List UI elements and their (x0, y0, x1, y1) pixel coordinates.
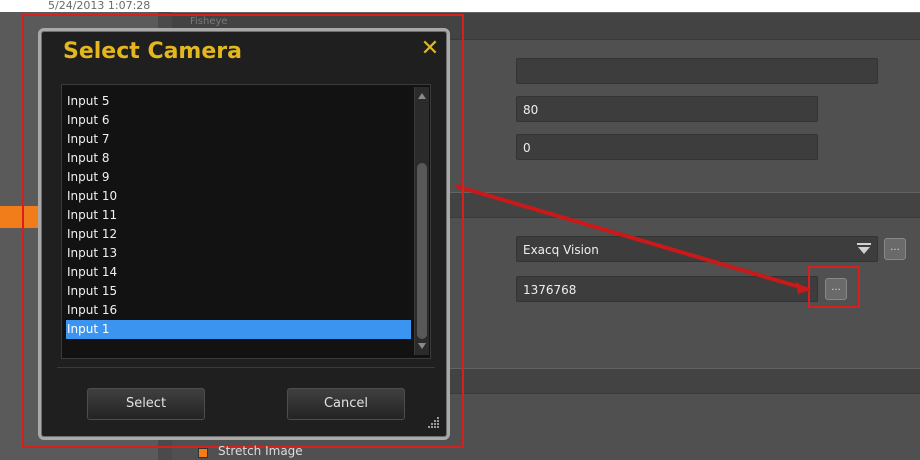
list-item[interactable]: Input 15 (66, 282, 411, 301)
list-scrollbar[interactable] (414, 87, 429, 355)
empty-field[interactable] (516, 58, 878, 84)
scroll-up-icon[interactable] (418, 93, 426, 99)
resize-grip-icon[interactable] (428, 416, 440, 428)
list-item[interactable]: Input 11 (66, 206, 411, 225)
stretch-image-label: Stretch Image (218, 444, 303, 458)
close-icon[interactable]: ✕ (420, 38, 440, 60)
scroll-down-icon[interactable] (418, 343, 426, 349)
cancel-button[interactable]: Cancel (287, 388, 405, 420)
annotation-highlight-box (808, 266, 860, 308)
list-item[interactable]: Input 9 (66, 168, 411, 187)
timestamp: 5/24/2013 1:07:28 (48, 0, 151, 12)
scroll-thumb[interactable] (417, 163, 427, 339)
camera-list: Input 5 Input 6 Input 7 Input 8 Input 9 … (61, 84, 431, 359)
camera-id-field[interactable]: 1376768 (516, 276, 818, 302)
list-item[interactable]: Input 16 (66, 301, 411, 320)
list-item[interactable]: Input 14 (66, 263, 411, 282)
dialog-footer: Select Cancel (57, 367, 435, 426)
dialog-title: Select Camera (63, 39, 242, 64)
list-item[interactable]: Input 7 (66, 130, 411, 149)
vendor-options-button[interactable]: ... (884, 238, 906, 260)
list-item-selected[interactable]: Input 1 (66, 320, 411, 339)
list-item[interactable]: Input 13 (66, 244, 411, 263)
list-item[interactable]: Input 5 (66, 92, 411, 111)
list-item[interactable]: Input 12 (66, 225, 411, 244)
list-item[interactable]: Input 10 (66, 187, 411, 206)
value-0-field[interactable]: 0 (516, 134, 818, 160)
vendor-select[interactable]: Exacq Vision (516, 236, 878, 262)
select-camera-dialog: Select Camera ✕ Input 5 Input 6 Input 7 … (38, 28, 450, 440)
application-window: 5/24/2013 1:07:28 Fisheye 80 0 Exacq Vis… (0, 0, 920, 460)
list-item[interactable]: Input 8 (66, 149, 411, 168)
chevron-down-icon (857, 243, 871, 254)
select-button[interactable]: Select (87, 388, 205, 420)
chevron-down-icon[interactable] (854, 239, 874, 259)
list-item[interactable]: Input 6 (66, 111, 411, 130)
stretch-image-checkbox[interactable] (198, 448, 208, 458)
value-80-field[interactable]: 80 (516, 96, 818, 122)
